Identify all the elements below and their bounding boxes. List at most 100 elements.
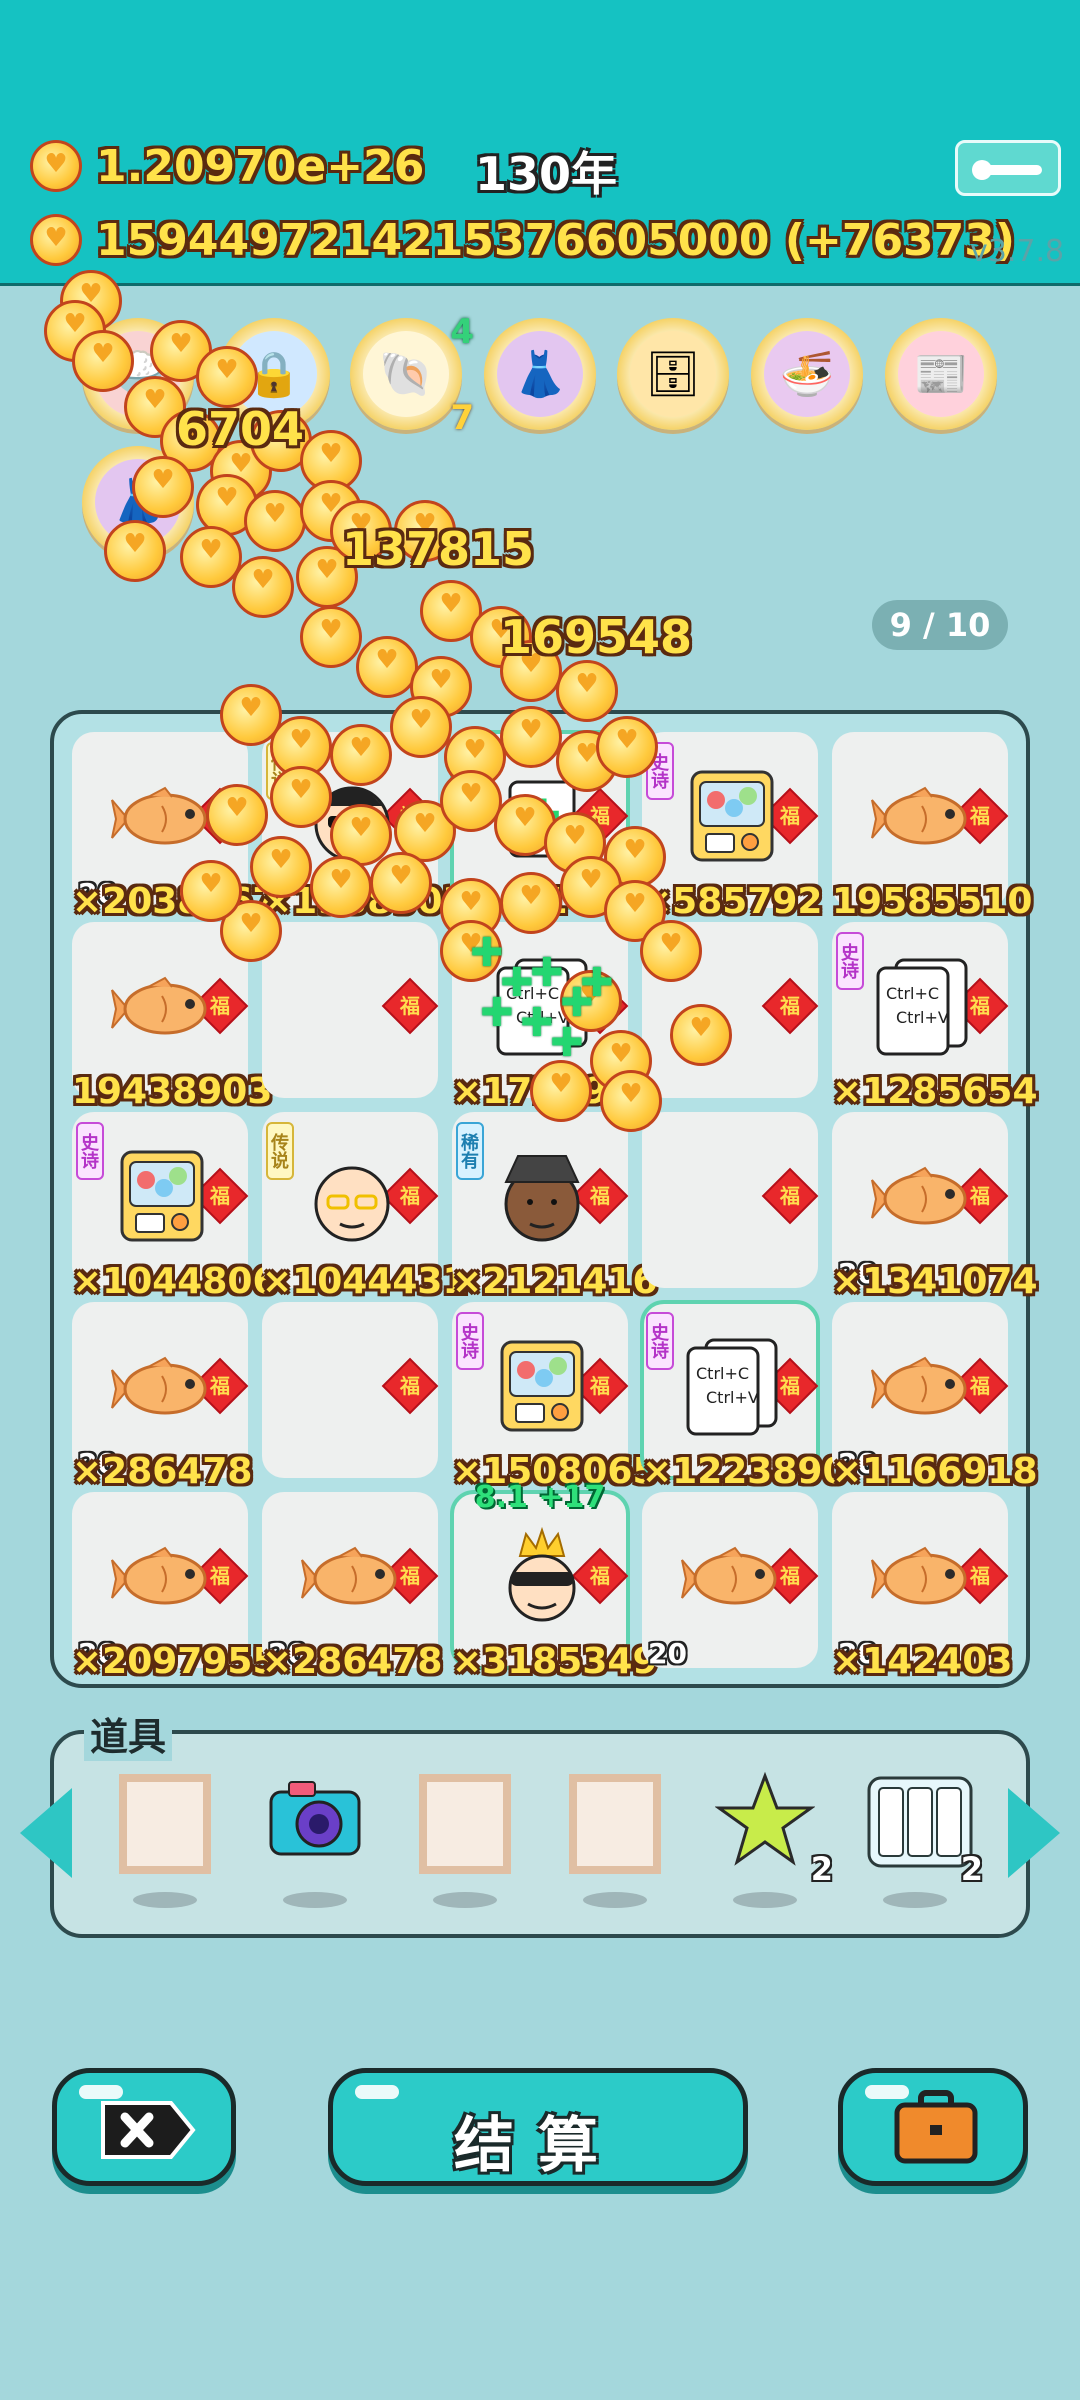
coin-icon — [556, 660, 618, 722]
skirt-icon: 👗 — [497, 331, 583, 417]
board-cell[interactable]: 福 20 ×1341074 — [832, 1112, 1038, 1302]
board-cell[interactable]: 福 — [262, 922, 439, 1098]
money-detail: 1594497214215376605000 (+76373) — [96, 214, 1016, 266]
coin-icon — [206, 784, 268, 846]
fu-badge-icon: 福 — [381, 1357, 439, 1415]
year-counter: 130年 — [475, 147, 618, 201]
board-cell[interactable]: 福 20 ×142403 — [832, 1492, 1012, 1682]
cell-multiplier: ×2121416 — [452, 1261, 658, 1302]
bag-button[interactable] — [838, 2068, 1028, 2186]
blank-frame-icon — [569, 1774, 661, 1874]
coin-icon — [390, 696, 452, 758]
blank-frame-icon — [119, 1774, 211, 1874]
version-label: v3.7.8 — [970, 234, 1065, 269]
fish-icon — [111, 1546, 207, 1605]
coin-icon — [72, 330, 134, 392]
board-cell[interactable]: 福 19585510 — [832, 732, 1032, 922]
board-cell[interactable]: 福 8.1 +17 ×3185349 — [450, 1480, 658, 1682]
cell-multiplier: ×1166918 — [832, 1451, 1038, 1492]
clover-sparkle-icon: ✚ — [520, 1000, 554, 1046]
board-cell[interactable]: 福史诗 Ctrl+C Ctrl+V ×1223890 — [640, 1300, 848, 1492]
coin-icon — [196, 346, 258, 408]
cell-bonus-text: 8.1 +17 — [474, 1480, 606, 1515]
coin-icon — [270, 766, 332, 828]
artifact-skirt[interactable]: 👗 — [484, 318, 596, 430]
coin-icon — [356, 636, 418, 698]
triple-frame-icon — [867, 1776, 973, 1868]
clover-sparkle-icon: ✚ — [550, 1020, 584, 1066]
old-man-icon — [314, 1166, 390, 1242]
fish-icon — [871, 1546, 967, 1605]
board-cell[interactable]: 福 20 ×286478 — [72, 1302, 252, 1492]
coin-icon — [104, 520, 166, 582]
board-cell[interactable]: 福史诗 ×1508065 — [452, 1302, 658, 1492]
fish-icon — [871, 1166, 967, 1225]
tool-slot[interactable] — [265, 1770, 365, 1908]
tools-next-arrow[interactable] — [1008, 1788, 1060, 1878]
cell-multiplier: ×286478 — [262, 1641, 443, 1682]
fish-icon — [111, 976, 207, 1035]
time-magazine-icon: 📰 — [898, 331, 984, 417]
thief-crown-icon — [508, 1526, 576, 1622]
fu-badge-icon: 福 — [761, 977, 819, 1035]
tool-slot[interactable] — [565, 1770, 665, 1908]
board-cell[interactable]: 福 20 — [642, 1492, 819, 1670]
tool-slot[interactable]: 2 — [865, 1770, 983, 1908]
coin-icon — [30, 140, 82, 192]
tool-count: 2 — [960, 1850, 983, 1888]
cell-multiplier: ×1341074 — [832, 1261, 1038, 1302]
board-cell[interactable]: 福 20 ×2097955 — [72, 1492, 278, 1682]
board-cell[interactable]: 福 20 ×286478 — [262, 1492, 442, 1682]
bowls-arrow-icon: 🍜 — [764, 331, 850, 417]
rarity-tag: 传说 — [266, 1122, 294, 1180]
rarity-tag: 史诗 — [836, 932, 864, 990]
coin-icon — [596, 716, 658, 778]
coin-icon — [300, 606, 362, 668]
ctrl-c-text: Ctrl+C — [886, 984, 940, 1003]
delete-button[interactable] — [52, 2068, 236, 2186]
camera-icon — [269, 1781, 361, 1856]
tools-prev-arrow[interactable] — [20, 1788, 72, 1878]
board-cell[interactable]: 福 — [262, 1302, 439, 1478]
coin-icon — [500, 872, 562, 934]
cell-multiplier: ×1044806 — [72, 1261, 278, 1302]
artifact-safe[interactable]: 🗄 — [617, 318, 729, 430]
rarity-tag: 稀有 — [456, 1122, 484, 1180]
artifact-time[interactable]: 📰 — [885, 318, 997, 430]
board-cell[interactable]: 福 19438903 — [72, 922, 272, 1112]
effect-number: 6704 — [176, 402, 305, 456]
cell-count: 20 — [648, 1637, 687, 1670]
fish-icon — [871, 1356, 967, 1415]
board-cell[interactable]: 福史诗 Ctrl+C Ctrl+V ×1285654 — [832, 922, 1038, 1112]
coin-icon — [370, 852, 432, 914]
tool-slot[interactable] — [415, 1770, 515, 1908]
artifact-bowls[interactable]: 🍜 — [751, 318, 863, 430]
board-cell[interactable]: 福稀有 ×2121416 — [452, 1112, 658, 1302]
money-detail-row: 1594497214215376605000 (+76373) — [30, 214, 1015, 266]
safe-icon: 🗄 — [630, 331, 716, 417]
cell-multiplier: ×585792 — [642, 881, 823, 922]
artifact-bottom-count: 7 — [450, 398, 474, 438]
coin-icon — [530, 1060, 592, 1122]
shell-icon: 🐚 — [363, 331, 449, 417]
artifact-shell[interactable]: 🐚 4 7 — [350, 312, 474, 438]
board-cell[interactable]: 福史诗 ×1044806 — [72, 1112, 278, 1302]
fu-badge-icon: 福 — [761, 1167, 819, 1225]
tool-slot[interactable] — [115, 1770, 215, 1908]
coin-icon — [244, 490, 306, 552]
board-cell[interactable]: 福史诗 ×585792 — [642, 732, 822, 922]
board-cell[interactable]: 福 — [642, 1112, 819, 1288]
cell-multiplier: ×2097955 — [72, 1641, 278, 1682]
ctrl-v-text: Ctrl+V — [706, 1388, 759, 1407]
rarity-tag: 史诗 — [76, 1122, 104, 1180]
coin-icon — [600, 1070, 662, 1132]
delete-tag-icon — [101, 2101, 196, 2159]
coin-icon — [330, 724, 392, 786]
tool-slot[interactable]: 2 — [714, 1770, 833, 1908]
settle-button[interactable]: 结算 — [328, 2068, 748, 2186]
cell-multiplier: ×1044431 — [262, 1261, 468, 1302]
board-cell[interactable]: 福 20 ×1166918 — [832, 1302, 1038, 1492]
board-cell[interactable]: 福传说 ×1044431 — [262, 1112, 468, 1302]
key-button[interactable] — [955, 140, 1061, 196]
effect-number: 137815 — [342, 522, 535, 576]
